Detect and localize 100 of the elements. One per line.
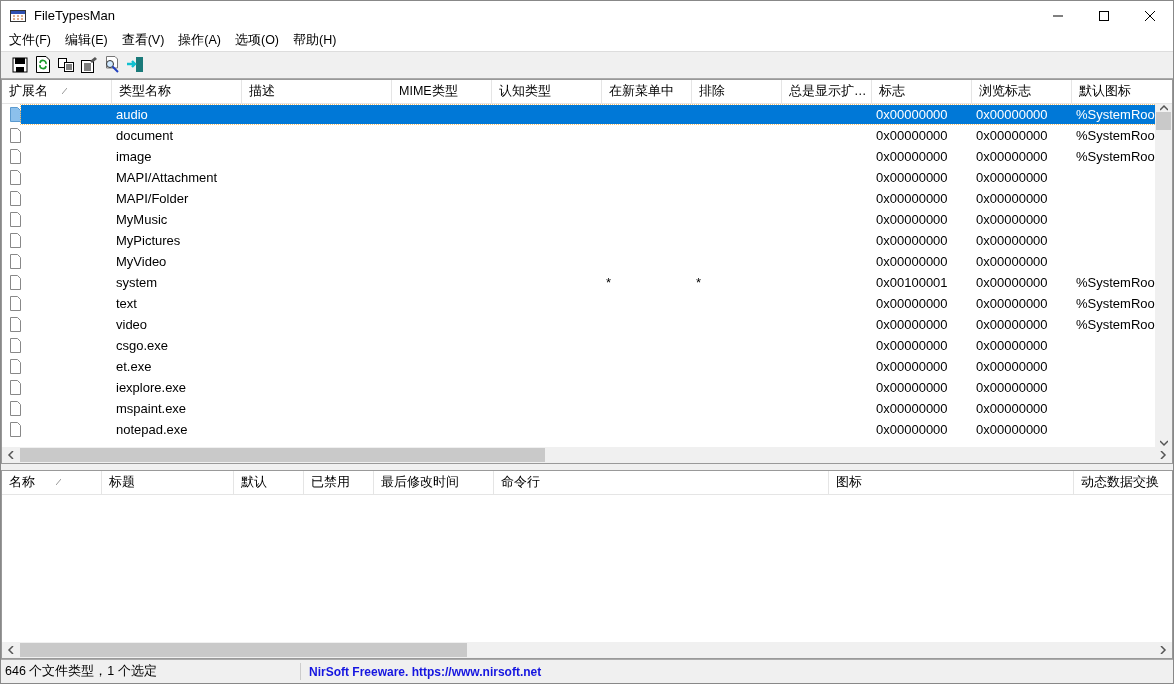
nirsoft-link[interactable]: NirSoft Freeware. https://www.nirsoft.net: [301, 664, 542, 679]
list-row[interactable]: audio 0x00000000 0x00000000 %SystemRoo: [21, 104, 1155, 124]
table-cell-text: %SystemRoo: [1075, 148, 1155, 164]
list-row[interactable]: notepad.exe 0x00000000 0x00000000: [21, 419, 1155, 439]
vertical-scrollbar[interactable]: [1155, 103, 1172, 447]
menu-item[interactable]: 选项(O): [228, 31, 287, 49]
scroll-left-icon[interactable]: [7, 646, 15, 655]
table-cell-text: 0x00000000: [875, 337, 949, 353]
table-cell-text: 0x00000000: [975, 148, 1049, 164]
table-cell-text: MAPI/Folder: [115, 190, 190, 206]
menu-item[interactable]: 帮助(H): [286, 31, 344, 49]
table-cell-text: text: [115, 295, 138, 311]
column-header[interactable]: 在新菜单中: [602, 79, 692, 103]
table-cell-text: 0x00000000: [875, 190, 949, 206]
magnifier-document-icon[interactable]: [104, 56, 120, 74]
list-row[interactable]: MyMusic 0x00000000 0x00000000: [21, 209, 1155, 229]
table-cell-text: %SystemRoo: [1075, 106, 1155, 122]
table-cell-text: %SystemRoo: [1075, 127, 1155, 143]
scroll-down-icon[interactable]: [1159, 438, 1168, 447]
table-cell-text: 0x00000000: [975, 253, 1049, 269]
list-row[interactable]: MyPictures 0x00000000 0x00000000: [21, 230, 1155, 250]
scroll-left-icon[interactable]: [7, 450, 15, 459]
column-header[interactable]: 动态数据交换: [1074, 470, 1172, 494]
table-cell-text: video: [115, 316, 149, 332]
table-cell-text: 0x00000000: [975, 295, 1049, 311]
scroll-up-icon[interactable]: [1159, 103, 1168, 112]
column-header[interactable]: 描述: [242, 79, 392, 103]
list-row[interactable]: csgo.exe 0x00000000 0x00000000: [21, 335, 1155, 355]
table-cell-text: mspaint.exe: [115, 400, 188, 416]
list-row[interactable]: video 0x00000000 0x00000000 %SystemRoo: [21, 314, 1155, 334]
exit-door-icon[interactable]: [126, 56, 144, 74]
column-header[interactable]: 命令行: [494, 470, 829, 494]
menu-item[interactable]: 操作(A): [171, 31, 228, 49]
table-cell-text: notepad.exe: [115, 421, 189, 437]
table-cell-text: 0x00000000: [975, 106, 1049, 122]
copy-icon[interactable]: [58, 57, 74, 72]
table-cell-text: 0x00000000: [975, 400, 1049, 416]
column-header[interactable]: 图标: [829, 470, 1074, 494]
table-cell-text: 0x00000000: [875, 295, 949, 311]
column-header[interactable]: 排除: [692, 79, 782, 103]
list-row[interactable]: iexplore.exe 0x00000000 0x00000000: [21, 377, 1155, 397]
table-cell-text: %SystemRoo: [1075, 295, 1155, 311]
scroll-right-icon[interactable]: [1159, 646, 1167, 655]
window-title: FileTypesMan: [34, 8, 116, 23]
list-row[interactable]: system * * 0x00100001 0x00000000 %SystemRoo: [21, 272, 1155, 292]
menu-item[interactable]: 文件(F): [2, 31, 58, 49]
close-icon[interactable]: [1145, 10, 1155, 21]
horizontal-scrollbar[interactable]: [2, 642, 1172, 659]
column-header[interactable]: 标志: [872, 79, 972, 103]
column-header[interactable]: 默认: [234, 470, 304, 494]
table-cell-text: 0x00000000: [975, 232, 1049, 248]
table-cell-text: 0x00000000: [975, 274, 1049, 290]
horizontal-scrollbar[interactable]: [2, 446, 1172, 463]
menu-item[interactable]: 编辑(E): [57, 31, 115, 49]
scroll-thumb[interactable]: [1156, 111, 1171, 130]
table-cell-text: MyVideo: [115, 253, 168, 269]
list-row[interactable]: MAPI/Folder 0x00000000 0x00000000: [21, 188, 1155, 208]
list-row[interactable]: MyVideo 0x00000000 0x00000000: [21, 251, 1155, 271]
table-cell-text: MyMusic: [115, 211, 169, 227]
column-header[interactable]: 最后修改时间: [374, 470, 494, 494]
column-header[interactable]: 扩展名: [2, 79, 112, 103]
refresh-document-icon[interactable]: [36, 56, 50, 74]
table-cell-text: et.exe: [115, 358, 153, 374]
properties-icon[interactable]: [81, 56, 97, 73]
scroll-right-icon[interactable]: [1159, 450, 1167, 459]
app-icon: [10, 9, 26, 22]
table-cell-text: MyPictures: [115, 232, 182, 248]
column-header[interactable]: 浏览标志: [972, 79, 1072, 103]
list-row[interactable]: mspaint.exe 0x00000000 0x00000000: [21, 398, 1155, 418]
table-cell-text: image: [115, 148, 153, 164]
column-header[interactable]: 总是显示扩…: [782, 79, 872, 103]
table-cell-text: 0x00000000: [975, 316, 1049, 332]
list-row[interactable]: image 0x00000000 0x00000000 %SystemRoo: [21, 146, 1155, 166]
list-row[interactable]: document 0x00000000 0x00000000 %SystemRoo: [21, 125, 1155, 145]
column-header[interactable]: 类型名称: [112, 79, 242, 103]
list-row[interactable]: MAPI/Attachment 0x00000000 0x00000000: [21, 167, 1155, 187]
menu-item[interactable]: 查看(V): [114, 31, 172, 49]
table-cell-text: 0x00000000: [975, 190, 1049, 206]
table-cell-text: 0x00000000: [875, 106, 949, 122]
table-cell-text: 0x00000000: [975, 358, 1049, 374]
table-cell-text: 0x00000000: [975, 421, 1049, 437]
sort-icon: [56, 478, 62, 485]
list-row[interactable]: et.exe 0x00000000 0x00000000: [21, 356, 1155, 376]
column-header[interactable]: 已禁用: [304, 470, 374, 494]
maximize-icon[interactable]: [1099, 10, 1109, 21]
table-cell-text: 0x00000000: [975, 211, 1049, 227]
table-cell-text: MAPI/Attachment: [115, 169, 219, 185]
table-cell-text: *: [695, 274, 703, 290]
table-cell-text: document: [115, 127, 175, 143]
column-header[interactable]: 名称: [2, 470, 102, 494]
column-header[interactable]: 认知类型: [492, 79, 602, 103]
column-header[interactable]: 标题: [102, 470, 234, 494]
column-header[interactable]: 默认图标: [1072, 79, 1172, 103]
table-cell-text: audio: [115, 106, 149, 122]
column-header[interactable]: MIME类型: [392, 79, 492, 103]
table-cell-text: 0x00000000: [975, 337, 1049, 353]
table-cell-text: 0x00000000: [875, 379, 949, 395]
list-row[interactable]: text 0x00000000 0x00000000 %SystemRoo: [21, 293, 1155, 313]
table-cell-text: 0x00000000: [875, 232, 949, 248]
sort-icon: [62, 87, 68, 94]
